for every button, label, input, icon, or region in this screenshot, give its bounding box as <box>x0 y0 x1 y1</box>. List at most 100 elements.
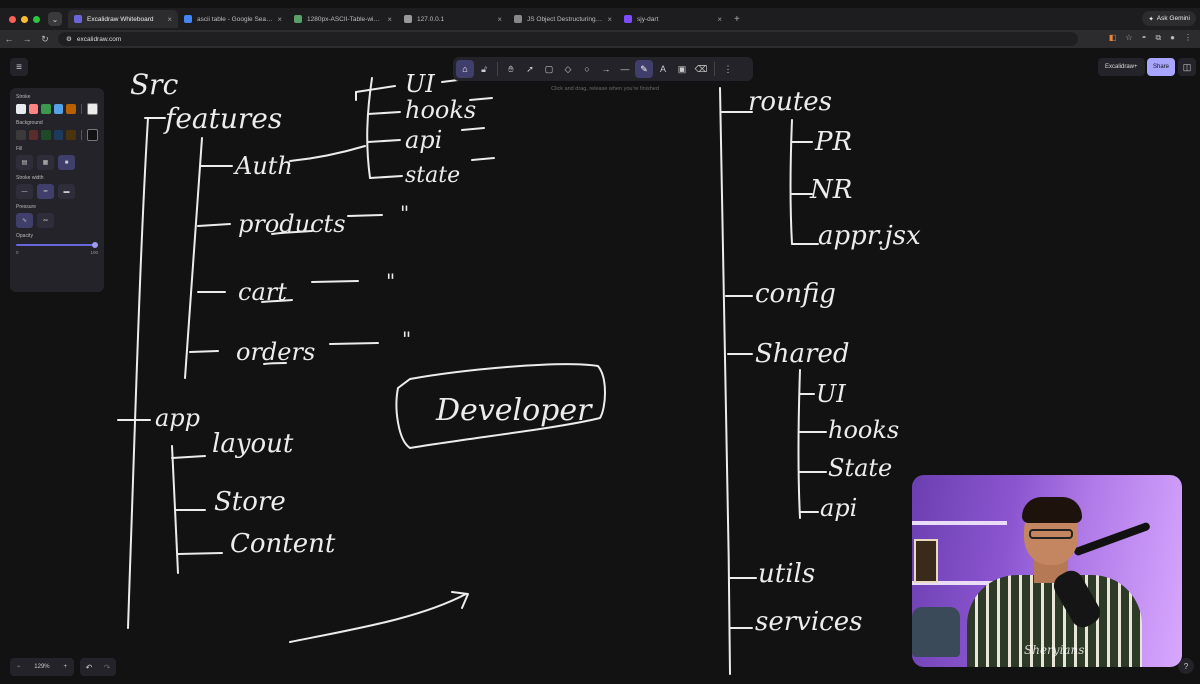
text-api: api <box>405 126 442 154</box>
browser-tab[interactable]: ascii table - Google Search × <box>178 10 288 28</box>
background-color-swatch[interactable] <box>66 130 76 140</box>
browser-tab[interactable]: JS Object Destructuring Prob × <box>508 10 618 28</box>
zoom-out-button[interactable]: − <box>17 664 21 670</box>
tab-search-icon[interactable]: ⌄ <box>48 12 62 26</box>
tool-arrow-icon[interactable]: → <box>597 60 615 78</box>
url-text: excalidraw.com <box>76 35 122 43</box>
text-auth: Auth <box>233 152 293 180</box>
browser-tab[interactable]: Excalidraw Whiteboard × <box>68 10 178 28</box>
orders-branch <box>189 350 219 353</box>
background-color-swatch[interactable] <box>41 130 51 140</box>
state-branch <box>369 175 403 179</box>
maximize-window-button[interactable] <box>33 15 40 23</box>
api-branch <box>367 139 401 143</box>
stroke-thin-icon[interactable]: — <box>16 184 33 199</box>
tool-hand-icon[interactable]: ✋︎ <box>502 60 520 78</box>
background-color-swatch[interactable] <box>53 130 64 140</box>
tool-line-icon[interactable]: — <box>616 60 634 78</box>
tool-text-icon[interactable]: A <box>654 60 672 78</box>
minimize-window-button[interactable] <box>21 15 28 23</box>
auth-connector <box>289 145 366 162</box>
arrow-shaft <box>289 593 467 643</box>
undo-icon[interactable]: ↶ <box>86 663 93 672</box>
layout-branch <box>171 455 206 459</box>
stroke-color-swatch[interactable] <box>53 104 64 114</box>
reload-icon[interactable]: ↻ <box>36 34 54 45</box>
pressure-variable-icon[interactable]: ∾ <box>37 213 54 228</box>
zoom-level[interactable]: 129% <box>34 664 49 670</box>
fill-crosshatch-icon[interactable]: ▦ <box>37 155 54 170</box>
extension-icon[interactable]: ◧ <box>1109 33 1117 43</box>
zoom-in-button[interactable]: + <box>64 664 68 670</box>
swatch-divider <box>80 130 82 140</box>
tab-close-icon[interactable]: × <box>167 15 172 24</box>
tab-list: Excalidraw Whiteboard × ascii table - Goog… <box>68 10 728 28</box>
excalidraw-plus-button[interactable]: Excalidraw+ <box>1098 58 1145 76</box>
content-branch <box>177 552 223 555</box>
tool-pencil-icon[interactable]: ✎ <box>635 60 653 78</box>
pressure-fixed-icon[interactable]: ∿ <box>16 213 33 228</box>
stroke-color-swatch[interactable] <box>66 104 76 114</box>
library-sidebar-icon[interactable]: ◫ <box>1178 58 1196 76</box>
extensions-puzzle-icon[interactable]: ⧉ <box>1155 33 1161 43</box>
browser-tab[interactable]: sjy-dart × <box>618 10 728 28</box>
back-icon[interactable]: ← <box>0 34 18 44</box>
stroke-color-swatch[interactable] <box>41 104 51 114</box>
tab-close-icon[interactable]: × <box>277 15 282 24</box>
fill-solid-icon[interactable]: ■ <box>58 155 75 170</box>
bookmark-star-icon[interactable]: ☆ <box>1125 33 1132 43</box>
new-tab-button[interactable]: + <box>734 14 740 25</box>
tool-selection-icon[interactable]: ➚ <box>521 60 539 78</box>
tool-eraser-icon[interactable]: ⌫ <box>692 60 710 78</box>
tool-lock-icon[interactable]: ⌂ <box>456 60 474 78</box>
tab-favicon-icon <box>294 15 302 23</box>
main-menu-button[interactable]: ≡ <box>10 58 28 76</box>
tab-favicon-icon <box>184 15 192 23</box>
fill-label: Fill <box>16 146 23 152</box>
close-window-button[interactable] <box>9 15 16 23</box>
history-controls: ↶ ↷ <box>80 658 116 676</box>
stroke-color-swatch[interactable] <box>28 104 39 114</box>
background-color-swatch[interactable] <box>28 130 39 140</box>
tab-close-icon[interactable]: × <box>717 15 722 24</box>
opacity-thumb[interactable] <box>92 242 98 248</box>
tool-image-icon[interactable]: ▣ <box>673 60 691 78</box>
excalidraw-canvas[interactable]: Src features Auth UI hooks api state pro… <box>0 48 1200 684</box>
share-button[interactable]: Share <box>1147 58 1176 76</box>
tab-close-icon[interactable]: × <box>607 15 612 24</box>
tool-rectangle-icon[interactable]: ▢ <box>540 60 558 78</box>
text-hooks: hooks <box>405 96 476 124</box>
profile-avatar[interactable]: ● <box>1170 33 1175 43</box>
stroke-bold-icon[interactable]: ━ <box>37 184 54 199</box>
ask-gemini-button[interactable]: ✦ Ask Gemini <box>1142 11 1196 26</box>
browser-menu-icon[interactable]: ⋮ <box>1184 33 1192 43</box>
tool-diamond-icon[interactable]: ◇ <box>559 60 577 78</box>
webcam-person-glasses <box>1029 529 1073 539</box>
url-field[interactable]: ⚙ excalidraw.com <box>58 32 1078 46</box>
background-color-swatch[interactable] <box>86 129 99 141</box>
browser-tab[interactable]: 1280px-ASCII-Table-wide.svg × <box>288 10 398 28</box>
tool-lock-open-icon[interactable]: 🔓︎ <box>475 60 493 78</box>
opacity-slider[interactable] <box>16 242 98 248</box>
forward-icon[interactable]: → <box>18 34 36 44</box>
shapes-toolbar: ⌂ 🔓︎ ✋︎ ➚ ▢ ◇ ○ → — ✎ A ▣ ⌫ ⋮ <box>453 57 753 81</box>
tool-ellipse-icon[interactable]: ○ <box>578 60 596 78</box>
stroke-color-swatch[interactable] <box>16 104 26 114</box>
address-bar-row: ← → ↻ ⚙ excalidraw.com ◧ ☆ ◓ ⧉ ● ⋮ <box>0 30 1200 48</box>
auth-sub-top <box>355 85 396 93</box>
fill-hachure-icon[interactable]: ▤ <box>16 155 33 170</box>
incognito-icon[interactable]: ◓ <box>1142 33 1147 43</box>
background-color-swatch[interactable] <box>16 130 26 140</box>
tab-close-icon[interactable]: × <box>497 15 502 24</box>
text-nr: NR <box>809 175 852 205</box>
stroke-extra-bold-icon[interactable]: ▬ <box>58 184 75 199</box>
site-info-icon[interactable]: ⚙ <box>66 35 72 43</box>
stroke-label: Stroke <box>16 94 31 100</box>
browser-tab[interactable]: 127.0.0.1 × <box>398 10 508 28</box>
redo-icon[interactable]: ↷ <box>104 663 111 672</box>
cart-dash <box>311 280 359 283</box>
tab-close-icon[interactable]: × <box>387 15 392 24</box>
gemini-icon: ✦ <box>1148 15 1154 23</box>
stroke-color-swatch[interactable] <box>86 103 99 115</box>
tool-more-icon[interactable]: ⋮ <box>719 60 737 78</box>
